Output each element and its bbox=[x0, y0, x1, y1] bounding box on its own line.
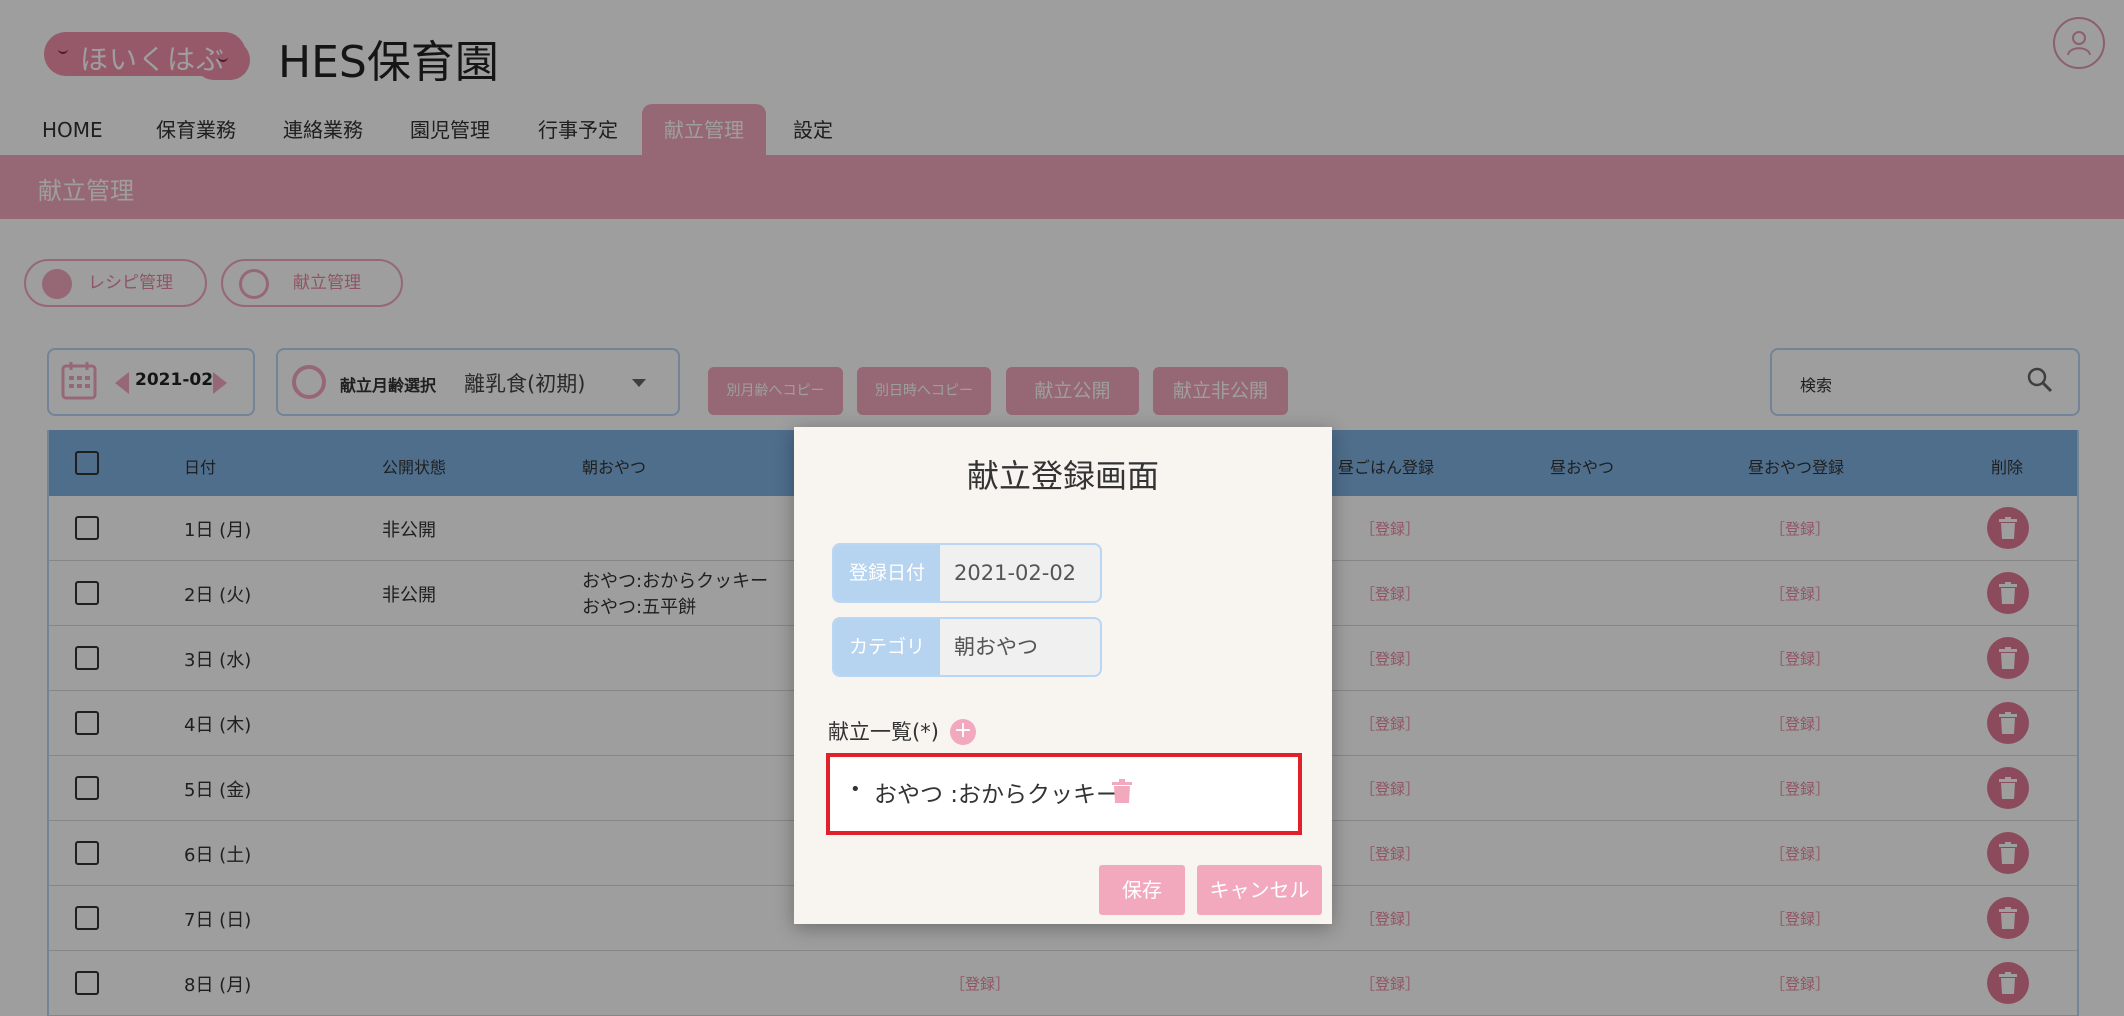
menu-list-label: 献立一覧(*) bbox=[828, 720, 939, 744]
menu-register-dialog: 献立登録画面 登録日付 2021-02-02 カテゴリ 朝おやつ 献立一覧(*)… bbox=[794, 427, 1332, 924]
cancel-button[interactable]: キャンセル bbox=[1197, 865, 1322, 915]
category-value: 朝おやつ bbox=[954, 635, 1038, 659]
register-date-field: 登録日付 2021-02-02 bbox=[832, 543, 1102, 603]
category-label: カテゴリ bbox=[834, 619, 940, 675]
list-bullet: • bbox=[850, 779, 861, 800]
add-menu-item-button[interactable]: + bbox=[950, 719, 976, 745]
menu-item-text: おやつ :おからクッキー bbox=[874, 782, 1120, 808]
register-date-label: 登録日付 bbox=[834, 545, 940, 601]
menu-item-list: • おやつ :おからクッキー bbox=[826, 753, 1302, 835]
trash-icon[interactable] bbox=[1112, 779, 1132, 803]
dialog-title: 献立登録画面 bbox=[966, 457, 1159, 495]
save-button[interactable]: 保存 bbox=[1099, 865, 1185, 915]
register-date-value: 2021-02-02 bbox=[954, 561, 1077, 585]
category-field: カテゴリ 朝おやつ bbox=[832, 617, 1102, 677]
